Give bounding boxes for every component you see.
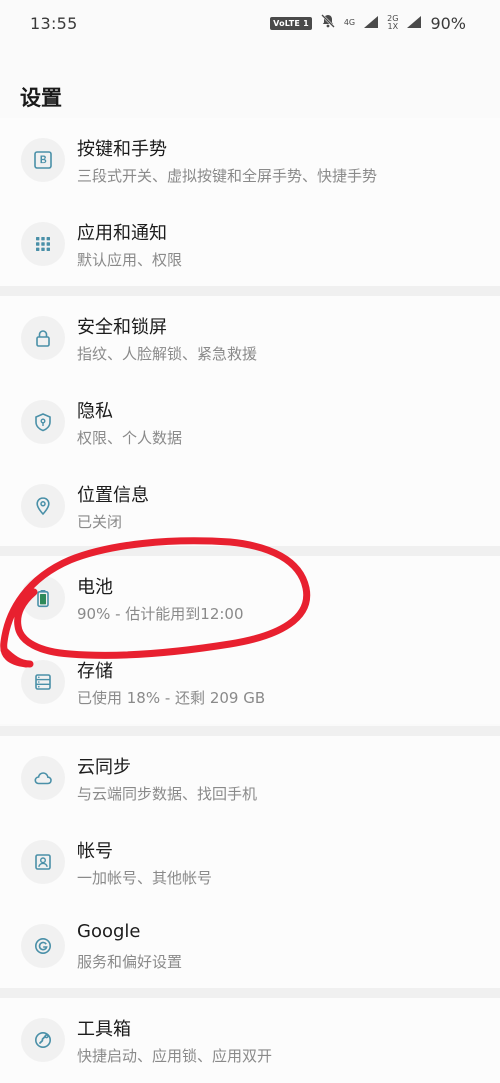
item-subtitle: 已使用 18% - 还剩 209 GB	[77, 689, 266, 707]
item-title: 位置信息	[77, 485, 149, 506]
battery-icon	[37, 590, 49, 608]
item-title: 按键和手势	[77, 139, 167, 160]
item-subtitle: 默认应用、权限	[77, 251, 183, 269]
group-divider	[0, 726, 500, 736]
item-subtitle: 90% - 估计能用到12:00	[77, 605, 244, 623]
network-2g-label: 2G 1X	[387, 14, 399, 31]
item-title: 存储	[77, 661, 113, 682]
item-cloud-sync[interactable]: 云同步 与云端同步数据、找回手机	[0, 736, 500, 820]
lock-icon	[36, 330, 50, 347]
cloud-icon	[34, 772, 52, 785]
item-title: 工具箱	[77, 1019, 131, 1040]
battery-percent: 90%	[430, 13, 466, 33]
group-device: 电池 90% - 估计能用到12:00 存储 已使用 18% - 还剩 209 …	[0, 556, 500, 724]
item-buttons-gestures[interactable]: 按键和手势 三段式开关、虚拟按键和全屏手势、快捷手势	[0, 118, 500, 202]
item-privacy[interactable]: 隐私 权限、个人数据	[0, 380, 500, 464]
item-subtitle: 与云端同步数据、找回手机	[77, 785, 258, 803]
signal-2-icon	[406, 14, 422, 33]
storage-icon	[35, 674, 51, 690]
google-icon	[35, 938, 51, 954]
signal-icon	[363, 14, 379, 33]
settings-screen: 13:55 VoLTE 1 4G 2G 1X 90% 设置 按键和手势 三段式开…	[0, 0, 500, 1083]
item-title: 云同步	[77, 757, 131, 778]
item-title: Google	[77, 921, 141, 942]
status-bar: 13:55 VoLTE 1 4G 2G 1X 90%	[0, 0, 500, 46]
page-title: 设置	[20, 86, 62, 110]
item-subtitle: 权限、个人数据	[77, 429, 183, 447]
shield-icon	[35, 413, 51, 432]
item-battery[interactable]: 电池 90% - 估计能用到12:00	[0, 556, 500, 640]
mute-bell-icon	[320, 13, 336, 33]
item-title: 应用和通知	[77, 223, 167, 244]
volte-badge: VoLTE 1	[270, 16, 312, 30]
item-storage[interactable]: 存储 已使用 18% - 还剩 209 GB	[0, 640, 500, 724]
toolbox-icon	[35, 1032, 51, 1048]
group-tools: 工具箱 快捷启动、应用锁、应用双开	[0, 998, 500, 1083]
group-divider	[0, 286, 500, 296]
status-icons: VoLTE 1 4G 2G 1X 90%	[270, 13, 466, 33]
account-icon	[35, 854, 51, 870]
location-pin-icon	[36, 497, 50, 516]
item-subtitle: 一加帐号、其他帐号	[77, 869, 213, 887]
item-google[interactable]: Google 服务和偏好设置	[0, 904, 500, 988]
item-accounts[interactable]: 帐号 一加帐号、其他帐号	[0, 820, 500, 904]
item-title: 电池	[77, 577, 113, 598]
item-subtitle: 已关闭	[77, 513, 123, 531]
button-b-icon	[34, 151, 52, 169]
item-subtitle: 指纹、人脸解锁、紧急救援	[77, 345, 258, 363]
item-toolbox[interactable]: 工具箱 快捷启动、应用锁、应用双开	[0, 998, 500, 1082]
item-security-lock[interactable]: 安全和锁屏 指纹、人脸解锁、紧急救援	[0, 296, 500, 380]
group-input: 按键和手势 三段式开关、虚拟按键和全屏手势、快捷手势 应用和通知 默认应用、权限	[0, 118, 500, 286]
group-security: 安全和锁屏 指纹、人脸解锁、紧急救援 隐私 权限、个人数据 位置信息 已关闭	[0, 296, 500, 546]
network-4g-label: 4G	[343, 18, 356, 27]
item-subtitle: 服务和偏好设置	[77, 953, 183, 971]
group-divider	[0, 988, 500, 998]
item-location[interactable]: 位置信息 已关闭	[0, 464, 500, 548]
group-accounts: 云同步 与云端同步数据、找回手机 帐号 一加帐号、其他帐号 Google 服务和…	[0, 736, 500, 988]
item-title: 帐号	[77, 841, 113, 862]
item-title: 安全和锁屏	[77, 317, 167, 338]
item-subtitle: 快捷启动、应用锁、应用双开	[77, 1047, 273, 1065]
item-apps-notifications[interactable]: 应用和通知 默认应用、权限	[0, 202, 500, 286]
apps-grid-icon	[36, 237, 50, 251]
group-divider	[0, 546, 500, 556]
item-subtitle: 三段式开关、虚拟按键和全屏手势、快捷手势	[77, 167, 378, 185]
item-title: 隐私	[77, 401, 113, 422]
status-time: 13:55	[30, 13, 78, 33]
